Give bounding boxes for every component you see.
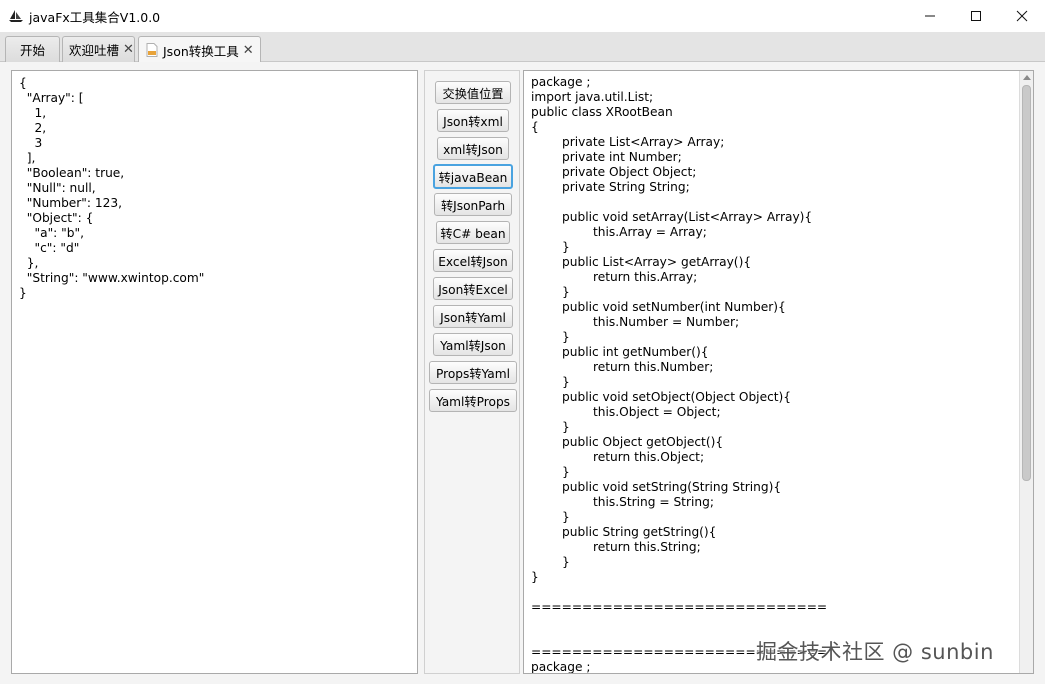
- json-file-icon: [146, 43, 158, 57]
- props-to-yaml-button[interactable]: Props转Yaml: [429, 361, 517, 384]
- json-to-yaml-button[interactable]: Json转Yaml: [433, 305, 513, 328]
- to-javabean-button[interactable]: 转javaBean: [433, 164, 513, 189]
- tab-label: 开始: [19, 43, 45, 58]
- window-title: javaFx工具集合V1.0.0: [29, 10, 161, 25]
- scroll-thumb[interactable]: [1022, 85, 1031, 481]
- json-to-excel-button[interactable]: Json转Excel: [433, 277, 513, 300]
- output-text: package ; import java.util.List; public …: [531, 75, 828, 674]
- yaml-to-props-button[interactable]: Yaml转Props: [429, 389, 517, 412]
- scroll-up-arrow-icon[interactable]: [1023, 75, 1031, 80]
- tab-label: Json转换工具: [163, 43, 239, 59]
- tab-label: 欢迎吐槽: [69, 43, 120, 58]
- tab-start[interactable]: 开始: [5, 36, 60, 62]
- title-bar: javaFx工具集合V1.0.0: [0, 0, 1045, 32]
- to-csharp-bean-button[interactable]: 转C# bean: [436, 221, 510, 244]
- minimize-button[interactable]: [907, 0, 953, 32]
- tab-welcome[interactable]: 欢迎吐槽 ✕: [62, 36, 135, 62]
- tab-bar: 开始 欢迎吐槽 ✕ Json转换工具 ✕: [0, 32, 1045, 63]
- tab-close-icon[interactable]: ✕: [123, 43, 134, 56]
- excel-to-json-button[interactable]: Excel转Json: [433, 249, 513, 272]
- json-input-text: { "Array": [ 1, 2, 3 ], "Boolean": true,…: [19, 76, 205, 300]
- swap-values-button[interactable]: 交换值位置: [435, 81, 511, 104]
- json-tool-panel: { "Array": [ 1, 2, 3 ], "Boolean": true,…: [0, 62, 1045, 684]
- maximize-icon: [971, 11, 981, 21]
- watermark: 掘金技术社区 @ sunbin: [756, 640, 994, 664]
- tab-close-icon[interactable]: ✕: [243, 44, 254, 57]
- maximize-button[interactable]: [953, 0, 999, 32]
- sailboat-icon: [9, 10, 23, 22]
- to-jsonpath-button[interactable]: 转JsonParh: [434, 193, 512, 216]
- close-window-button[interactable]: [999, 0, 1045, 32]
- tab-json-tool[interactable]: Json转换工具 ✕: [138, 36, 261, 63]
- action-button-column: 交换值位置 Json转xml xml转Json 转javaBean 转JsonP…: [424, 70, 520, 674]
- close-icon: [1016, 10, 1028, 22]
- output-textarea[interactable]: package ; import java.util.List; public …: [523, 70, 1034, 674]
- minimize-icon: [925, 15, 935, 17]
- yaml-to-json-button[interactable]: Yaml转Json: [433, 333, 513, 356]
- xml-to-json-button[interactable]: xml转Json: [437, 137, 509, 160]
- json-input-textarea[interactable]: { "Array": [ 1, 2, 3 ], "Boolean": true,…: [11, 70, 418, 674]
- output-scrollbar[interactable]: [1019, 71, 1033, 673]
- json-to-xml-button[interactable]: Json转xml: [437, 109, 509, 132]
